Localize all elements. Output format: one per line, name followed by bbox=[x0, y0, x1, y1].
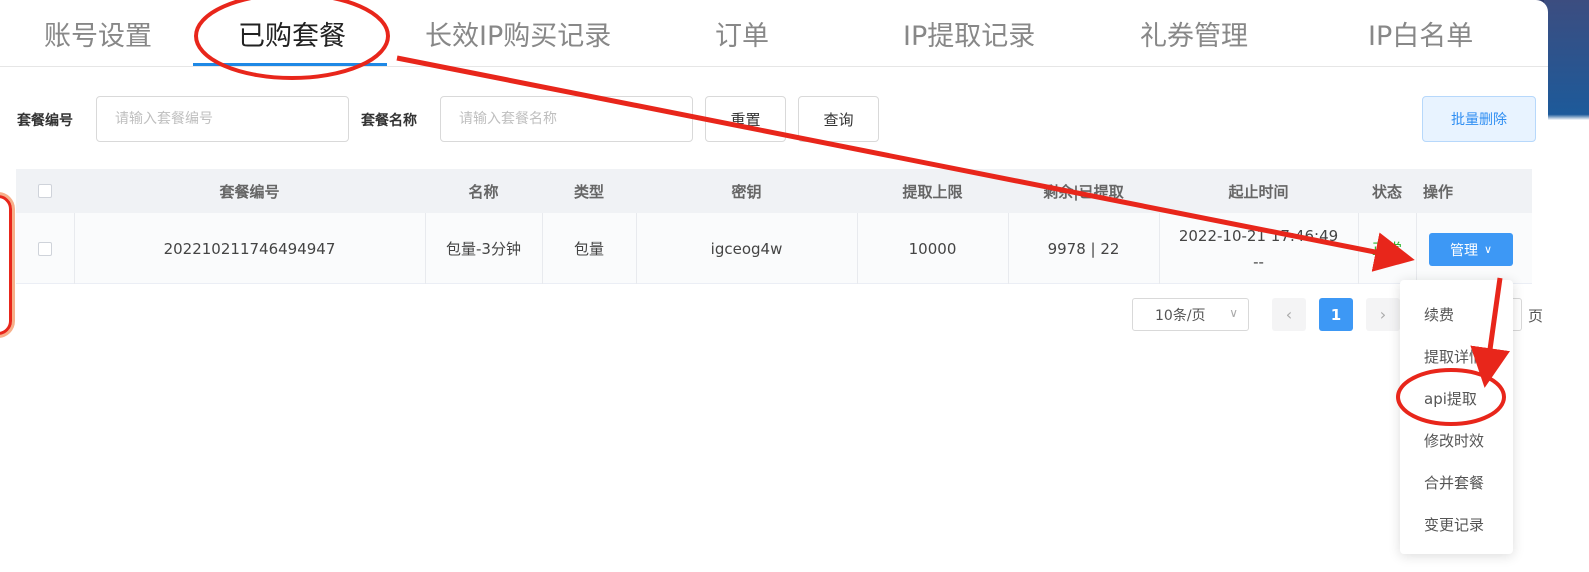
menu-item-merge-packages[interactable]: 合并套餐 bbox=[1424, 472, 1484, 493]
select-all-checkbox[interactable] bbox=[38, 184, 52, 198]
table-header: 套餐编号 名称 类型 密钥 提取上限 剩余|已提取 起止时间 状态 操作 bbox=[16, 169, 1532, 213]
page-unit-label: 页 bbox=[1528, 307, 1544, 325]
header-type: 类型 bbox=[573, 182, 604, 201]
menu-item-renew[interactable]: 续费 bbox=[1424, 304, 1454, 325]
cell-time: 2022-10-21 17:46:49 -- bbox=[1159, 213, 1358, 284]
package-no-input[interactable] bbox=[96, 96, 349, 142]
manage-label: 管理 bbox=[1449, 242, 1478, 259]
menu-item-extraction-details[interactable]: 提取详情 bbox=[1424, 346, 1484, 367]
chevron-left-icon: ‹ bbox=[1285, 305, 1293, 324]
tab-coupon-management[interactable]: 礼券管理 bbox=[1140, 14, 1248, 53]
cell-name: 包量-3分钟 bbox=[446, 240, 521, 258]
cell-limit: 10000 bbox=[908, 239, 957, 258]
main-panel: 账号设置 已购套餐 长效IP购买记录 订单 IP提取记录 礼券管理 IP白名单 … bbox=[0, 0, 1548, 572]
page-jump-input[interactable] bbox=[1512, 298, 1522, 331]
tab-account-settings[interactable]: 账号设置 bbox=[44, 14, 152, 53]
cell-status: 正常 bbox=[1371, 240, 1402, 258]
header-key: 密钥 bbox=[731, 182, 762, 201]
menu-item-modify-validity[interactable]: 修改时效 bbox=[1424, 430, 1484, 451]
select-all-cell bbox=[16, 169, 74, 213]
next-page-button[interactable]: › bbox=[1366, 298, 1400, 331]
row-select-cell bbox=[16, 213, 74, 284]
cell-package-no: 20221021174649494​7 bbox=[163, 239, 336, 258]
tab-purchased-packages[interactable]: 已购套餐 bbox=[238, 14, 346, 53]
header-time: 起止时间 bbox=[1228, 182, 1289, 201]
header-limit: 提取上限 bbox=[902, 182, 963, 201]
chevron-right-icon: › bbox=[1379, 305, 1387, 324]
manage-dropdown-button[interactable]: 管理 ∨ bbox=[1429, 233, 1513, 266]
cell-type: 包量 bbox=[573, 240, 604, 258]
batch-delete-button[interactable]: 批量删除 bbox=[1422, 96, 1536, 142]
manage-dropdown-menu: 续费 提取详情 api提取 修改时效 合并套餐 变更记录 bbox=[1400, 280, 1513, 554]
page-number-button[interactable]: 1 bbox=[1319, 298, 1353, 331]
package-name-label: 套餐名称 bbox=[361, 113, 417, 129]
cell-remaining: 9978 | 22 bbox=[1047, 239, 1120, 258]
header-status: 状态 bbox=[1371, 182, 1402, 201]
header-remaining: 剩余|已提取 bbox=[1043, 182, 1124, 201]
annotation-left-highlight bbox=[0, 195, 12, 335]
table-row: 20221021174649494​7 包量-3分钟 包量 igceog4w 1… bbox=[16, 213, 1532, 284]
cell-key: igceog4w bbox=[710, 239, 783, 258]
package-no-label: 套餐编号 bbox=[17, 113, 73, 129]
reset-button[interactable]: 重置 bbox=[705, 96, 786, 142]
header-name: 名称 bbox=[468, 182, 499, 201]
end-time: -- bbox=[1253, 252, 1264, 271]
col-divider bbox=[1416, 213, 1417, 284]
package-name-input[interactable] bbox=[440, 96, 693, 142]
row-checkbox[interactable] bbox=[38, 241, 52, 256]
query-button[interactable]: 查询 bbox=[798, 96, 879, 142]
prev-page-button[interactable]: ‹ bbox=[1272, 298, 1306, 331]
tab-ip-extraction-records[interactable]: IP提取记录 bbox=[903, 14, 1035, 53]
tab-bar: 账号设置 已购套餐 长效IP购买记录 订单 IP提取记录 礼券管理 IP白名单 bbox=[0, 0, 1548, 67]
header-package-no: 套餐编号 bbox=[219, 182, 280, 201]
chevron-down-icon: ∨ bbox=[1229, 306, 1238, 320]
menu-item-api-extraction[interactable]: api提取 bbox=[1424, 388, 1477, 409]
tab-ip-whitelist[interactable]: IP白名单 bbox=[1368, 14, 1473, 53]
menu-item-change-log[interactable]: 变更记录 bbox=[1424, 514, 1484, 535]
chevron-down-icon: ∨ bbox=[1483, 243, 1493, 256]
active-tab-indicator bbox=[193, 63, 387, 66]
background-edge bbox=[1544, 0, 1589, 572]
page-size-select[interactable]: 10条/页 ∨ bbox=[1132, 298, 1249, 331]
page-size-value: 10条/页 bbox=[1155, 307, 1206, 324]
tab-longterm-ip-records[interactable]: 长效IP购买记录 bbox=[425, 14, 611, 53]
tab-orders[interactable]: 订单 bbox=[715, 14, 769, 53]
header-action: 操作 bbox=[1422, 182, 1453, 201]
start-time: 2022-10-21 17:46:49 bbox=[1178, 226, 1339, 245]
